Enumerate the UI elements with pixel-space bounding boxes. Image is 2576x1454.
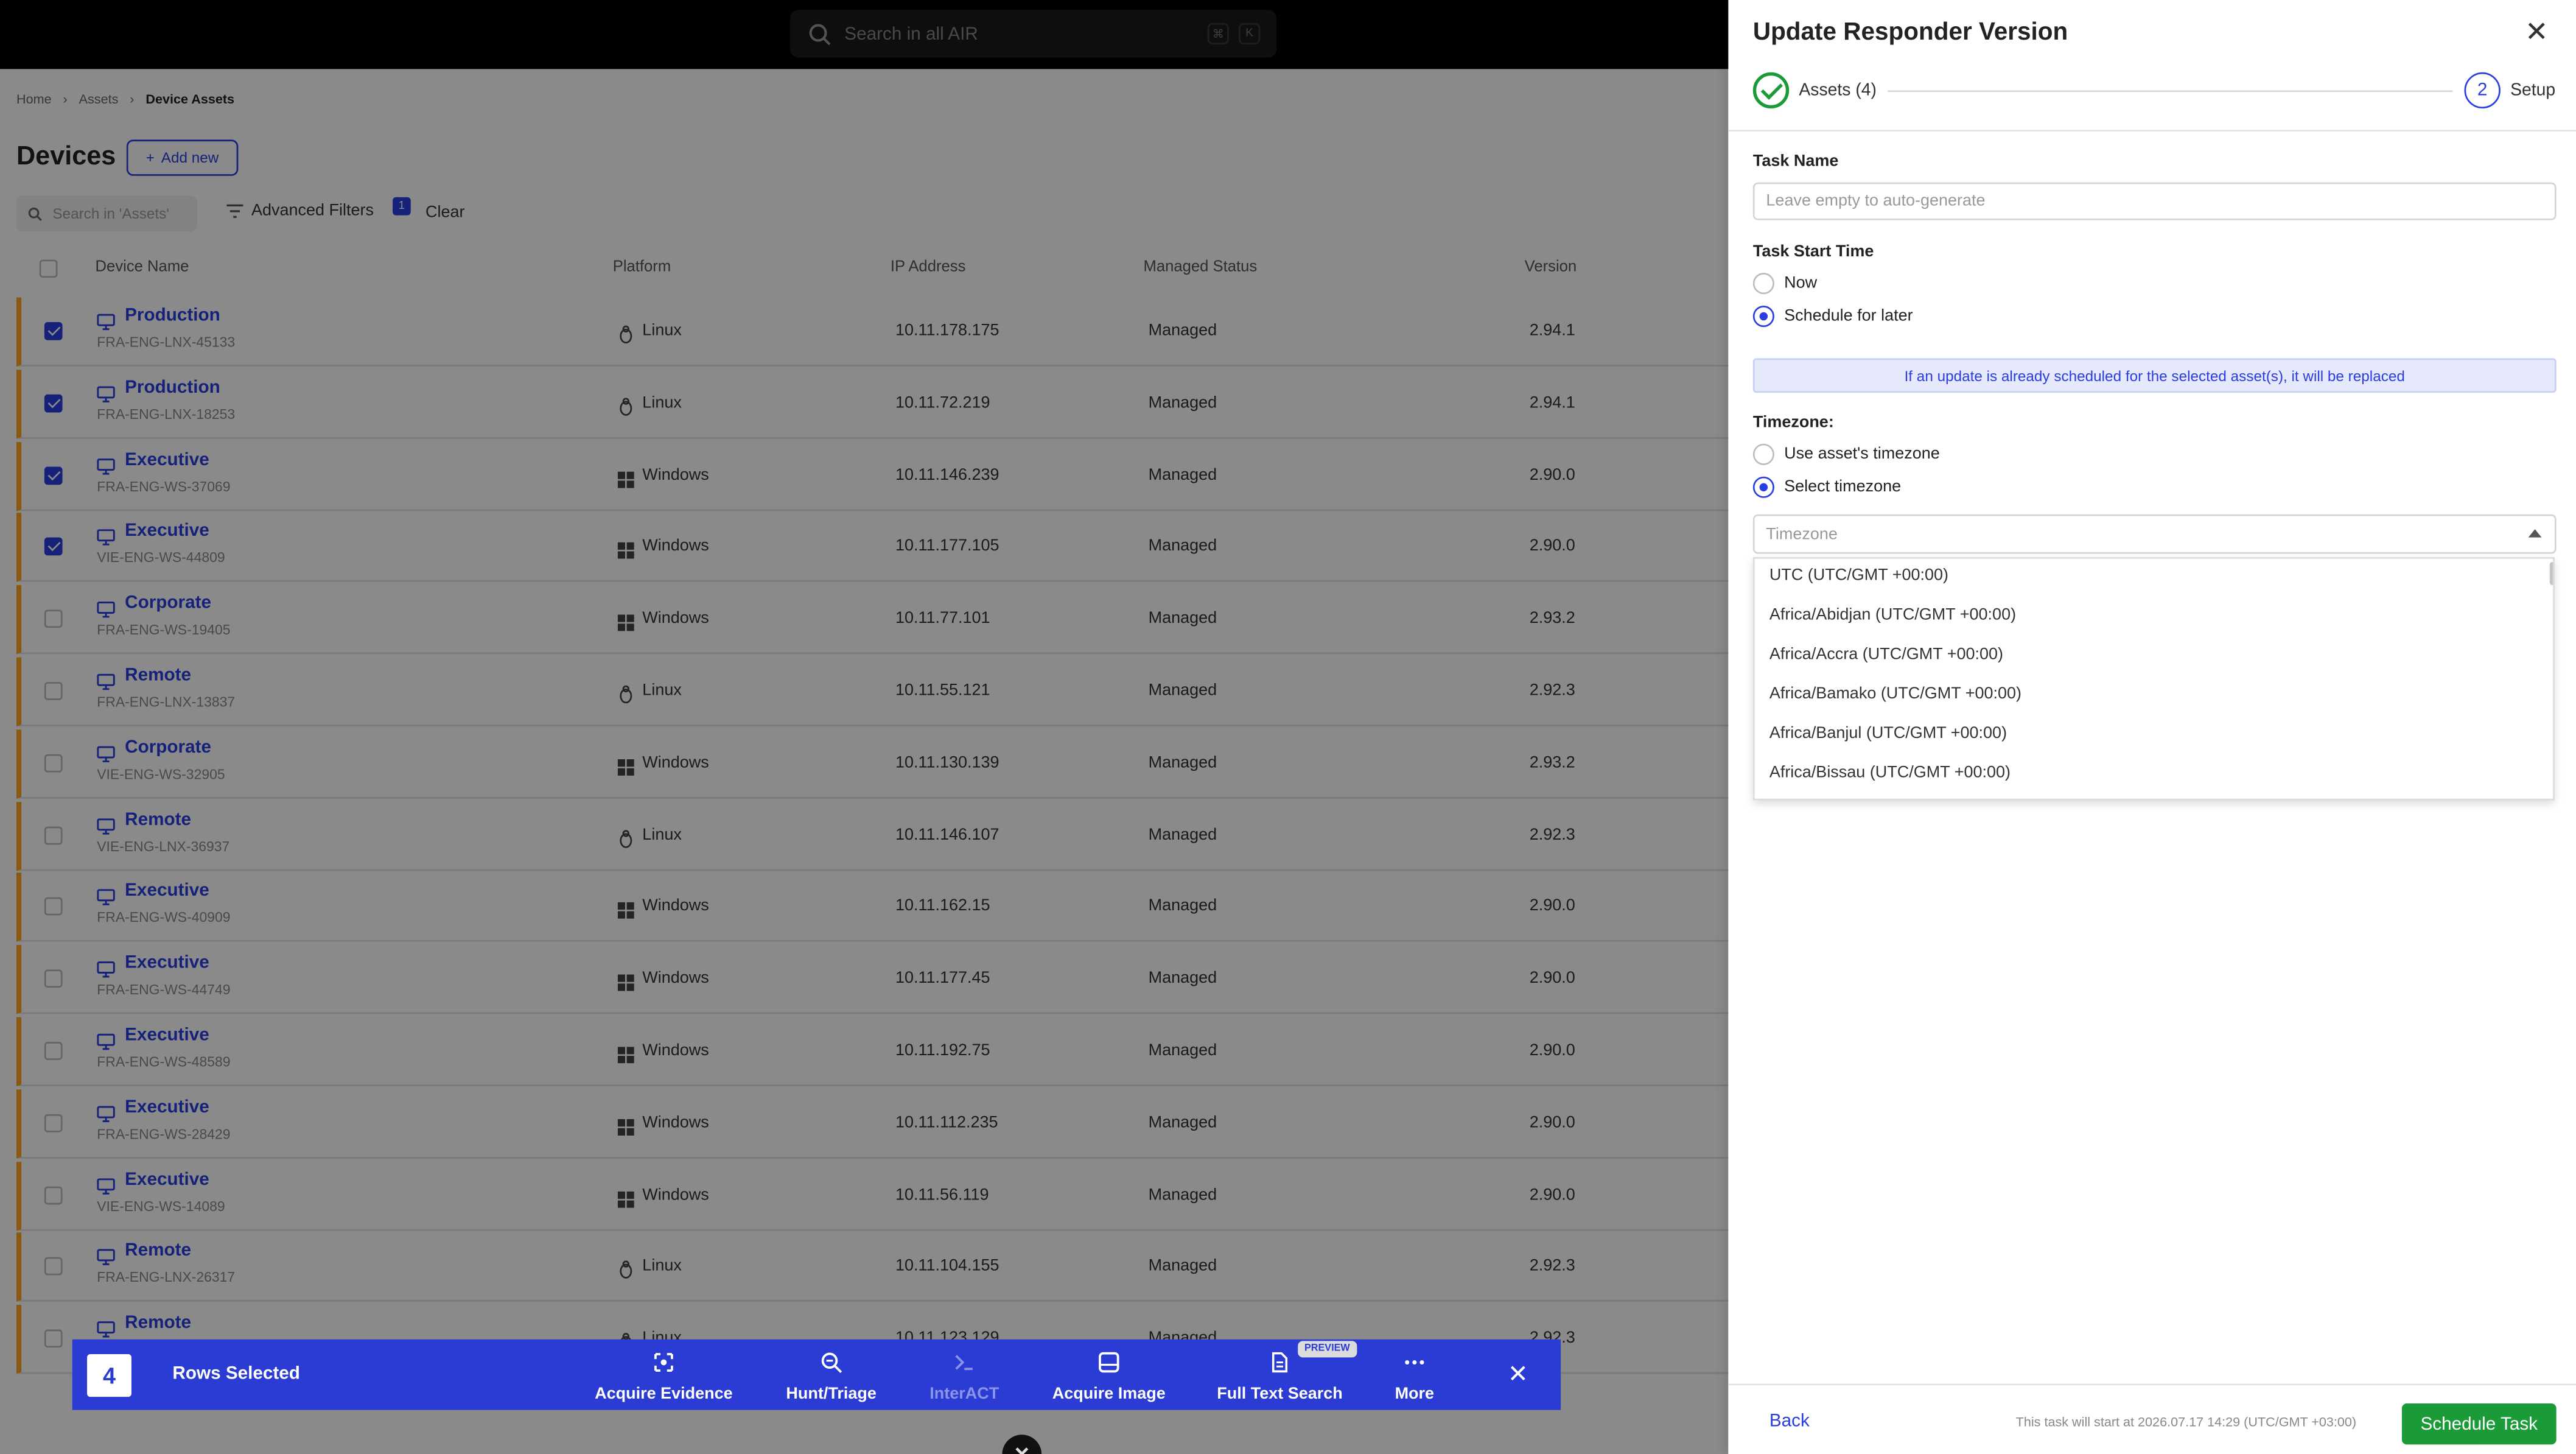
step-assets-label[interactable]: Assets (4) [1799, 80, 1877, 100]
chevron-up-icon [2528, 529, 2542, 538]
timezone-option[interactable]: Africa/Bissau (UTC/GMT +00:00) [1769, 764, 2011, 782]
acquire-evidence-button[interactable]: Acquire Evidence [595, 1347, 733, 1403]
step-setup-label: Setup [2510, 80, 2556, 100]
rows-selected-label: Rows Selected [172, 1364, 300, 1384]
divider [1728, 130, 2576, 132]
timezone-dropdown-list: UTC (UTC/GMT +00:00) Africa/Abidjan (UTC… [1752, 557, 2555, 801]
task-name-input[interactable]: Leave empty to auto-generate [1752, 182, 2557, 220]
start-now-radio[interactable] [1752, 273, 1774, 295]
timezone-option[interactable]: Africa/Banjul (UTC/GMT +00:00) [1769, 725, 2007, 743]
more-icon [1405, 1360, 1424, 1364]
timezone-option[interactable]: Africa/Abidjan (UTC/GMT +00:00) [1769, 606, 2016, 625]
stepper-connector [1888, 90, 2453, 93]
dropdown-scrollbar[interactable] [2549, 562, 2553, 585]
timezone-label: Timezone: [1752, 414, 1834, 432]
close-icon[interactable]: ✕ [2524, 16, 2550, 47]
preview-badge: PREVIEW [1298, 1341, 1357, 1358]
select-timezone-label[interactable]: Select timezone [1784, 478, 1901, 496]
info-banner: If an update is already scheduled for th… [1752, 358, 2557, 393]
modal-backdrop[interactable] [0, 0, 1729, 1454]
acquire-evidence-label: Acquire Evidence [595, 1385, 733, 1403]
schedule-summary: This task will start at 2026.07.17 14:29… [2015, 1414, 2357, 1430]
update-responder-drawer: Update Responder Version ✕ Assets (4) 2 … [1728, 0, 2576, 1454]
more-button[interactable]: More [1384, 1347, 1446, 1403]
image-icon [1099, 1352, 1119, 1373]
hunt-icon [821, 1352, 842, 1374]
close-icon[interactable]: ✕ [1507, 1361, 1530, 1389]
acquire-image-label: Acquire Image [1052, 1385, 1166, 1403]
acquire-image-button[interactable]: Acquire Image [1048, 1347, 1170, 1403]
timezone-option[interactable]: Africa/Accra (UTC/GMT +00:00) [1769, 646, 2003, 664]
evidence-icon [654, 1353, 673, 1372]
step-setup-number: 2 [2464, 72, 2501, 109]
start-now-label[interactable]: Now [1784, 275, 1817, 293]
asset-timezone-radio[interactable] [1752, 443, 1774, 465]
task-start-time-label: Task Start Time [1752, 243, 1874, 262]
select-timezone-radio[interactable] [1752, 476, 1774, 498]
drawer-title: Update Responder Version [1752, 18, 2068, 46]
timezone-option[interactable]: UTC (UTC/GMT +00:00) [1769, 567, 1948, 585]
timezone-select[interactable]: Timezone [1752, 514, 2557, 554]
selected-count: 4 [87, 1354, 131, 1397]
document-search-icon [1272, 1352, 1288, 1373]
terminal-icon [955, 1355, 973, 1371]
hunt-triage-button[interactable]: Hunt/Triage [775, 1347, 887, 1403]
back-button[interactable]: Back [1769, 1411, 1810, 1431]
asset-timezone-label[interactable]: Use asset's timezone [1784, 445, 1940, 463]
hunt-triage-label: Hunt/Triage [786, 1385, 877, 1403]
schedule-later-label[interactable]: Schedule for later [1784, 307, 1913, 326]
interact-button[interactable]: InterACT [923, 1347, 1006, 1403]
app-window: Home › Assets › Device Assets Devices + … [0, 0, 2576, 1454]
interact-label: InterACT [929, 1385, 999, 1403]
timezone-option[interactable]: Africa/Bamako (UTC/GMT +00:00) [1769, 685, 2021, 703]
check-circle-icon [1752, 72, 1790, 109]
more-label: More [1395, 1385, 1435, 1403]
schedule-task-button[interactable]: Schedule Task [2401, 1403, 2557, 1445]
full-text-search-label: Full Text Search [1217, 1385, 1343, 1403]
divider [1728, 1383, 2576, 1386]
task-name-label: Task Name [1752, 153, 1839, 171]
schedule-later-radio[interactable] [1752, 306, 1774, 328]
